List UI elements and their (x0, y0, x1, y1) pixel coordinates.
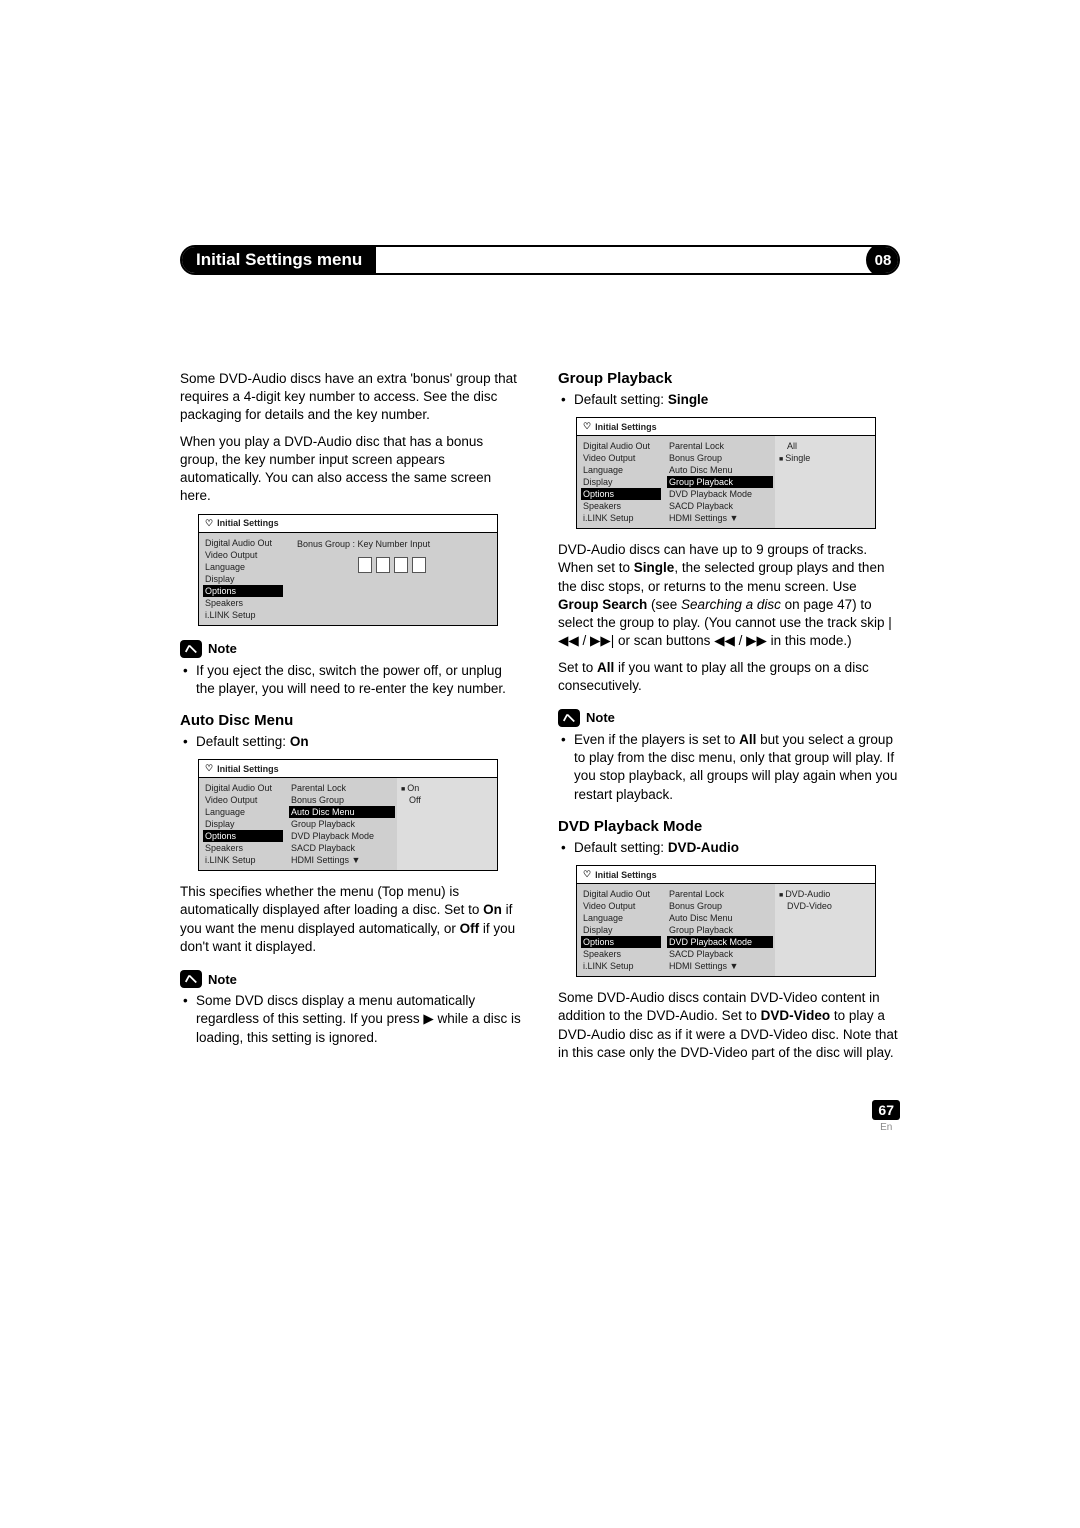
dvd-default: Default setting: DVD-Audio (558, 839, 900, 857)
group-default: Default setting: Single (558, 391, 900, 409)
note-icon (558, 709, 580, 727)
left-column: Some DVD-Audio discs have an extra 'bonu… (180, 370, 522, 1070)
right-column: Group Playback Default setting: Single ♡… (558, 370, 900, 1070)
note-icon (180, 640, 202, 658)
heading-group-playback: Group Playback (558, 370, 900, 387)
chapter-header: Initial Settings menu 08 (180, 245, 900, 275)
settings-icon: ♡ (205, 518, 213, 529)
auto-default: Default setting: On (180, 733, 522, 751)
note-label: Note (208, 641, 237, 656)
page-number: 67 En (872, 1100, 900, 1133)
group-para-1: DVD-Audio discs can have up to 9 groups … (558, 541, 900, 650)
key-input-boxes (297, 557, 487, 573)
settings-icon: ♡ (583, 421, 591, 432)
note-label: Note (586, 710, 615, 725)
screenshot-group-playback: ♡Initial Settings Digital Audio Out Vide… (576, 417, 876, 529)
arrow-down-icon: ▼ (352, 855, 361, 865)
screenshot-bonus-group: ♡ Initial Settings Digital Audio Out Vide… (198, 514, 498, 626)
note-label: Note (208, 972, 237, 987)
settings-icon: ♡ (205, 763, 213, 774)
screenshot-auto-disc-menu: ♡Initial Settings Digital Audio Out Vide… (198, 759, 498, 871)
chapter-number: 08 (866, 245, 900, 275)
note-icon (180, 970, 202, 988)
chapter-title: Initial Settings menu (182, 247, 376, 273)
ss-title: Initial Settings (217, 518, 279, 528)
settings-icon: ♡ (583, 869, 591, 880)
heading-auto-disc-menu: Auto Disc Menu (180, 712, 522, 729)
bonus-label: Bonus Group : Key Number Input (297, 539, 487, 549)
group-para-2: Set to All if you want to play all the g… (558, 659, 900, 695)
arrow-down-icon: ▼ (730, 513, 739, 523)
note3-text: Even if the players is set to All but yo… (558, 731, 900, 804)
dvd-para: Some DVD-Audio discs contain DVD-Video c… (558, 989, 900, 1062)
auto-para: This specifies whether the menu (Top men… (180, 883, 522, 956)
heading-dvd-playback-mode: DVD Playback Mode (558, 818, 900, 835)
ss-left-list: Digital Audio Out Video Output Language … (199, 533, 287, 625)
note1-text: If you eject the disc, switch the power … (180, 662, 522, 698)
note2-text: Some DVD discs display a menu automatica… (180, 992, 522, 1047)
arrow-down-icon: ▼ (730, 961, 739, 971)
bonus-para-1: Some DVD-Audio discs have an extra 'bonu… (180, 370, 522, 425)
screenshot-dvd-playback-mode: ♡Initial Settings Digital Audio Out Vide… (576, 865, 876, 977)
bonus-para-2: When you play a DVD-Audio disc that has … (180, 433, 522, 506)
